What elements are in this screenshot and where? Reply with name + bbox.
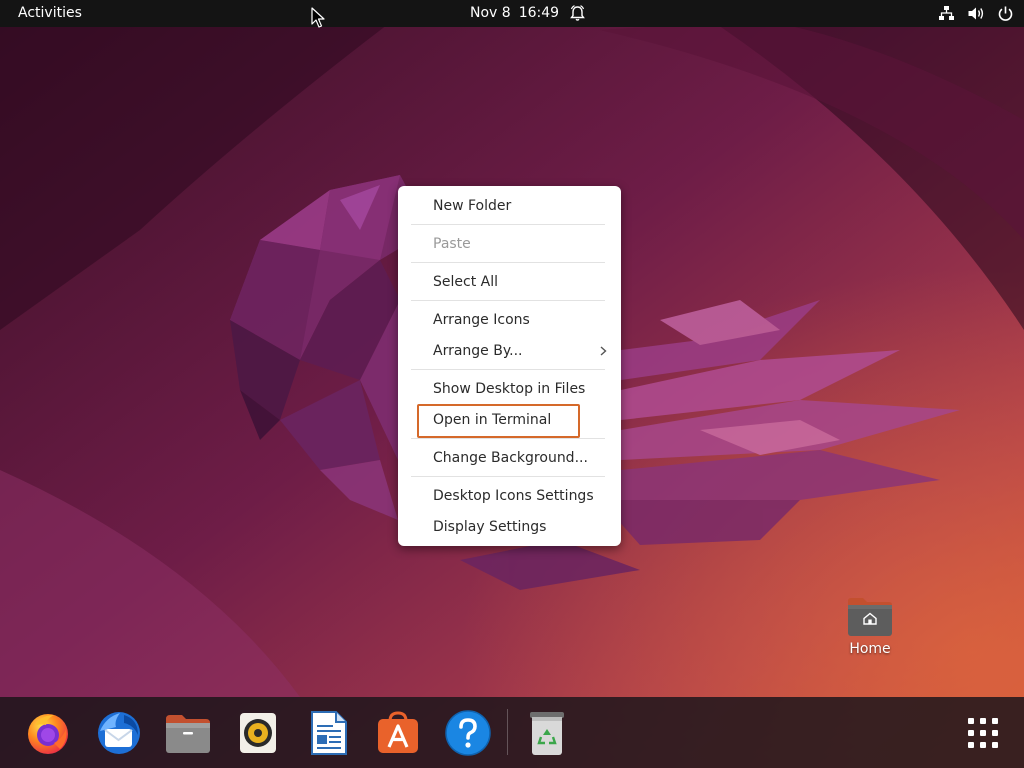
dock-item-trash[interactable] bbox=[523, 709, 571, 757]
menu-item-show-desktop-in-files[interactable]: Show Desktop in Files bbox=[398, 374, 621, 404]
menu-item-arrange-by[interactable]: Arrange By... bbox=[398, 336, 621, 366]
show-applications-button[interactable] bbox=[959, 709, 1007, 757]
trash-icon bbox=[530, 712, 564, 755]
menu-item-new-folder[interactable]: New Folder bbox=[398, 191, 621, 221]
menu-item-change-background[interactable]: Change Background... bbox=[398, 443, 621, 473]
desktop-context-menu: New Folder Paste Select All Arrange Icon… bbox=[398, 186, 621, 546]
network-icon bbox=[939, 6, 954, 20]
desktop-icon-home[interactable]: Home bbox=[834, 592, 906, 664]
menu-item-open-in-terminal[interactable]: Open in Terminal bbox=[398, 405, 621, 435]
desktop-screen[interactable]: Activities Nov 8 16:49 New Folder Paste … bbox=[0, 0, 1024, 768]
top-bar: Activities Nov 8 16:49 bbox=[0, 0, 1024, 27]
help-icon bbox=[445, 710, 491, 756]
menu-item-paste: Paste bbox=[433, 236, 471, 252]
system-tray[interactable] bbox=[938, 4, 1014, 23]
volume-icon bbox=[968, 7, 984, 20]
chevron-right-icon bbox=[600, 346, 607, 356]
menu-item-arrange-icons[interactable]: Arrange Icons bbox=[398, 305, 621, 335]
alarm-bell-icon[interactable] bbox=[568, 4, 587, 23]
home-folder-icon bbox=[848, 598, 892, 636]
desktop-icon-home-label: Home bbox=[849, 641, 891, 657]
menu-item-select-all[interactable]: Select All bbox=[398, 267, 621, 297]
menu-separator bbox=[411, 300, 605, 301]
menu-item-display-settings[interactable]: Display Settings bbox=[398, 512, 621, 542]
clock-time: 16:49 bbox=[518, 5, 560, 21]
dock-item-help[interactable] bbox=[444, 709, 492, 757]
dock-item-firefox[interactable] bbox=[24, 709, 72, 757]
dock-item-rhythmbox[interactable] bbox=[234, 709, 282, 757]
menu-separator bbox=[411, 262, 605, 263]
dock-item-thunderbird[interactable] bbox=[94, 709, 142, 757]
menu-separator bbox=[411, 224, 605, 225]
dock-item-writer[interactable] bbox=[304, 709, 352, 757]
power-icon bbox=[998, 6, 1013, 21]
dock bbox=[0, 697, 1024, 768]
activities-button[interactable]: Activities bbox=[6, 3, 94, 24]
rhythmbox-icon bbox=[240, 713, 276, 753]
menu-separator bbox=[411, 369, 605, 370]
thunderbird-icon bbox=[98, 712, 140, 754]
dock-item-software[interactable] bbox=[374, 709, 422, 757]
clock-button[interactable]: Nov 8 16:49 bbox=[470, 3, 559, 24]
clock-date: Nov 8 bbox=[470, 5, 511, 21]
mouse-pointer-icon bbox=[311, 7, 325, 28]
menu-item-desktop-icons-settings[interactable]: Desktop Icons Settings bbox=[398, 481, 621, 511]
dock-item-files[interactable] bbox=[164, 709, 212, 757]
writer-icon bbox=[311, 711, 347, 755]
software-icon bbox=[378, 711, 418, 753]
dock-separator bbox=[507, 709, 508, 755]
menu-item-arrange-by-label: Arrange By... bbox=[433, 343, 523, 359]
app-grid-icon bbox=[968, 718, 998, 748]
menu-separator bbox=[411, 438, 605, 439]
firefox-icon bbox=[28, 714, 68, 754]
menu-separator bbox=[411, 476, 605, 477]
files-icon bbox=[166, 715, 210, 753]
